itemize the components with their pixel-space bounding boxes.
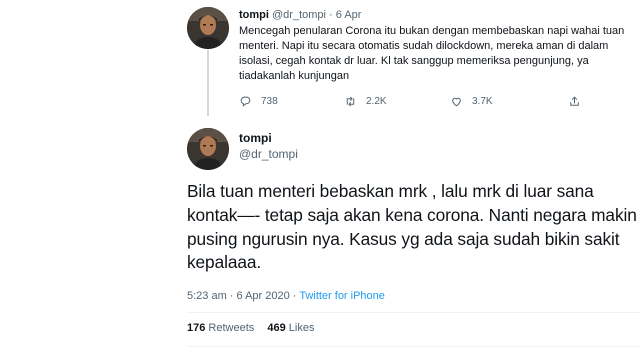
tweet-timestamp[interactable]: 5:23 am · 6 Apr 2020 · [187,290,299,302]
avatar[interactable] [187,128,229,170]
author-name[interactable]: tompi [239,131,272,145]
main-tweet-text: Bila tuan menteri bebaskan mrk , lalu mr… [187,181,637,273]
thread-connector-line [207,50,209,116]
author-name[interactable]: tompi [239,9,269,21]
reply-button[interactable]: 738 [239,95,278,108]
parent-tweet-header: tompi @dr_tompi · 6 Apr [239,9,361,22]
retweet-button[interactable]: 2.2K [344,95,387,108]
like-count: 3.7K [472,96,493,107]
tweet-meta: 5:23 am · 6 Apr 2020 · Twitter for iPhon… [187,290,385,302]
likes-stat[interactable]: 469 Likes [267,322,314,334]
like-button[interactable]: 3.7K [450,95,493,108]
heart-icon [452,97,461,107]
tweet-stats: 176 Retweets 469 Likes [187,322,324,334]
divider [187,346,640,347]
divider [187,312,640,313]
reply-count: 738 [261,96,278,107]
likes-label: Likes [288,322,315,334]
separator: · [329,9,333,21]
tweet-date[interactable]: 6 Apr [336,9,362,21]
share-icon [570,96,579,106]
retweets-count: 176 [187,322,206,334]
likes-count: 469 [267,322,286,334]
avatar[interactable] [187,7,229,49]
profile-photo [187,7,229,49]
reply-icon [240,96,251,107]
tweet-source-link[interactable]: Twitter for iPhone [299,290,385,302]
share-button[interactable] [568,95,581,108]
tweet-actions: 738 2.2K 3.7K [239,95,619,109]
author-handle[interactable]: @dr_tompi [272,9,326,21]
parent-tweet-text: Mencegah penularan Corona itu bukan deng… [239,25,625,82]
retweets-label: Retweets [208,322,255,334]
retweet-icon [346,96,355,107]
author-handle[interactable]: @dr_tompi [239,147,298,161]
retweet-count: 2.2K [366,96,387,107]
profile-photo [187,128,229,170]
retweets-stat[interactable]: 176 Retweets [187,322,254,334]
